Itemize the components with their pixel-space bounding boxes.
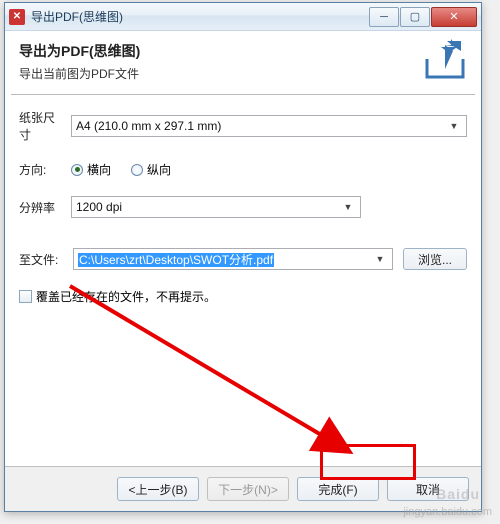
- finish-button[interactable]: 完成(F): [297, 477, 379, 501]
- minimize-button[interactable]: ─: [369, 7, 399, 27]
- radio-landscape-label: 横向: [87, 161, 111, 178]
- orientation-radios: 横向 纵向: [71, 161, 171, 178]
- file-row: 至文件: C:\Users\zrt\Desktop\SWOT分析.pdf ▼ 浏…: [19, 248, 467, 270]
- dialog-window: ✕ 导出PDF(思维图) ─ ▢ ✕ 导出为PDF(思维图) 导出当前图为PDF…: [4, 2, 482, 512]
- file-label: 至文件:: [19, 251, 63, 268]
- radio-portrait[interactable]: 纵向: [131, 161, 171, 178]
- watermark-url: jingyan.baidu.com: [403, 506, 492, 518]
- close-button[interactable]: ✕: [431, 7, 477, 27]
- overwrite-label: 覆盖已经存在的文件，不再提示。: [36, 288, 216, 305]
- browse-button[interactable]: 浏览...: [403, 248, 467, 270]
- resolution-value: 1200 dpi: [76, 200, 340, 214]
- orientation-row: 方向: 横向 纵向: [19, 161, 467, 178]
- overwrite-row: 覆盖已经存在的文件，不再提示。: [19, 288, 467, 305]
- resolution-select[interactable]: 1200 dpi ▼: [71, 196, 361, 218]
- file-path-value: C:\Users\zrt\Desktop\SWOT分析.pdf: [78, 251, 372, 268]
- paper-size-value: A4 (210.0 mm x 297.1 mm): [76, 119, 446, 133]
- app-icon: ✕: [9, 9, 25, 25]
- annotation-highlight: [320, 444, 416, 480]
- paper-size-row: 纸张尺寸 A4 (210.0 mm x 297.1 mm) ▼: [19, 109, 467, 143]
- maximize-button[interactable]: ▢: [400, 7, 430, 27]
- titlebar: ✕ 导出PDF(思维图) ─ ▢ ✕: [5, 3, 481, 31]
- paper-size-select[interactable]: A4 (210.0 mm x 297.1 mm) ▼: [71, 115, 467, 137]
- window-buttons: ─ ▢ ✕: [369, 7, 477, 27]
- resolution-row: 分辨率 1200 dpi ▼: [19, 196, 467, 218]
- dialog-header: 导出为PDF(思维图) 导出当前图为PDF文件: [5, 31, 481, 94]
- window-title: 导出PDF(思维图): [31, 8, 369, 25]
- next-button: 下一步(N)>: [207, 477, 289, 501]
- radio-portrait-label: 纵向: [147, 161, 171, 178]
- paper-size-label: 纸张尺寸: [19, 109, 63, 143]
- watermark-logo: Baidu: [436, 486, 480, 502]
- radio-landscape[interactable]: 横向: [71, 161, 111, 178]
- chevron-down-icon: ▼: [340, 197, 356, 217]
- chevron-down-icon: ▼: [446, 116, 462, 136]
- content-area: 纸张尺寸 A4 (210.0 mm x 297.1 mm) ▼ 方向: 横向 纵…: [5, 95, 481, 313]
- back-button[interactable]: <上一步(B): [117, 477, 199, 501]
- overwrite-checkbox[interactable]: [19, 290, 32, 303]
- export-icon: [421, 39, 469, 83]
- orientation-label: 方向:: [19, 161, 63, 178]
- chevron-down-icon: ▼: [372, 249, 388, 269]
- radio-dot-icon: [71, 164, 83, 176]
- dialog-heading: 导出为PDF(思维图): [19, 41, 467, 61]
- dialog-subtitle: 导出当前图为PDF文件: [19, 65, 467, 82]
- file-path-combo[interactable]: C:\Users\zrt\Desktop\SWOT分析.pdf ▼: [73, 248, 393, 270]
- radio-dot-icon: [131, 164, 143, 176]
- resolution-label: 分辨率: [19, 199, 63, 216]
